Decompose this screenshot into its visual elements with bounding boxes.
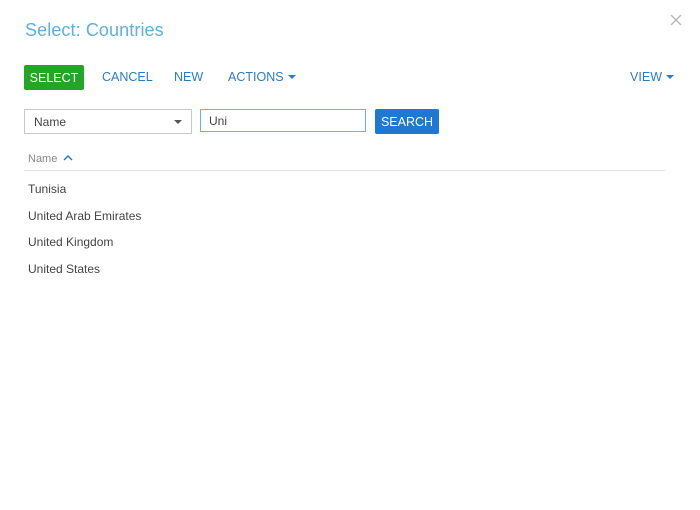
- lookup-dialog: Select: Countries SELECT CANCEL NEW ACTI…: [0, 0, 700, 510]
- list-item[interactable]: Tunisia: [24, 176, 665, 203]
- grid-header: Name: [24, 150, 665, 171]
- select-button[interactable]: SELECT: [24, 65, 84, 90]
- filter-column-select[interactable]: Name: [24, 109, 192, 134]
- close-icon[interactable]: [668, 12, 684, 28]
- dialog-title: Select: Countries: [25, 20, 164, 40]
- list-item[interactable]: United Arab Emirates: [24, 203, 665, 230]
- filter-bar: Name SEARCH: [24, 109, 444, 134]
- chevron-down-icon: [287, 74, 296, 79]
- filter-column-value: Name: [34, 115, 67, 129]
- view-label: VIEW: [630, 70, 662, 84]
- column-header-name[interactable]: Name: [28, 153, 73, 165]
- toolbar: SELECT CANCEL NEW ACTIONS VIEW: [24, 65, 674, 90]
- column-header-label: Name: [28, 153, 58, 165]
- cancel-button[interactable]: CANCEL: [102, 70, 153, 84]
- search-input[interactable]: [200, 109, 366, 132]
- grid-rows: Tunisia United Arab Emirates United King…: [24, 176, 665, 282]
- dropdown-arrow-icon: [174, 120, 182, 124]
- search-button[interactable]: SEARCH: [375, 109, 439, 134]
- actions-label: ACTIONS: [228, 70, 284, 84]
- new-button[interactable]: NEW: [174, 70, 203, 84]
- list-item[interactable]: United States: [24, 256, 665, 283]
- view-menu-button[interactable]: VIEW: [630, 70, 674, 84]
- list-item[interactable]: United Kingdom: [24, 229, 665, 256]
- chevron-down-icon: [666, 74, 674, 79]
- sort-ascending-icon: [63, 152, 73, 164]
- actions-menu-button[interactable]: ACTIONS: [228, 70, 296, 84]
